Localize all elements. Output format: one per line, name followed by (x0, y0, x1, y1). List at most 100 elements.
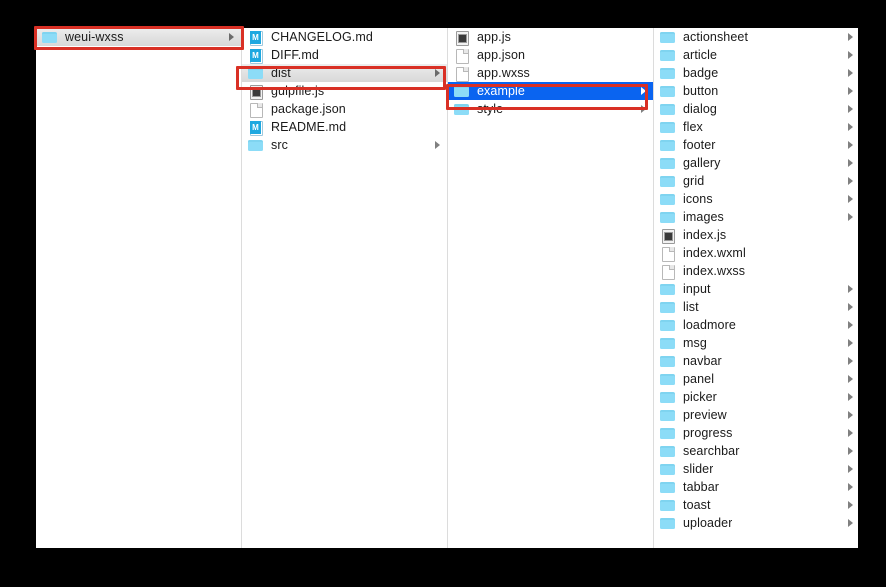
file-name-label: CHANGELOG.md (271, 30, 373, 44)
disclosure-arrow-icon[interactable] (848, 303, 853, 311)
file-name-label: example (477, 84, 525, 98)
file-name-label: app.wxss (477, 66, 530, 80)
file-name-label: input (683, 282, 711, 296)
file-row[interactable]: grid (654, 172, 858, 190)
file-name-label: src (271, 138, 288, 152)
file-row[interactable]: gallery (654, 154, 858, 172)
file-name-label: flex (683, 120, 703, 134)
file-row[interactable]: flex (654, 118, 858, 136)
folder-icon (454, 84, 470, 99)
disclosure-arrow-icon[interactable] (229, 33, 234, 41)
file-row[interactable]: input (654, 280, 858, 298)
disclosure-arrow-icon[interactable] (848, 123, 853, 131)
disclosure-arrow-icon[interactable] (848, 411, 853, 419)
file-row[interactable]: app.wxss (448, 64, 653, 82)
script-file-icon (660, 228, 676, 244)
file-row[interactable]: actionsheet (654, 28, 858, 46)
disclosure-arrow-icon[interactable] (848, 51, 853, 59)
file-row[interactable]: src (242, 136, 447, 154)
disclosure-arrow-icon[interactable] (848, 141, 853, 149)
file-row[interactable]: index.js (654, 226, 858, 244)
file-row[interactable]: picker (654, 388, 858, 406)
file-row[interactable]: searchbar (654, 442, 858, 460)
file-row[interactable]: toast (654, 496, 858, 514)
disclosure-arrow-icon[interactable] (848, 339, 853, 347)
file-row[interactable]: dist (242, 64, 447, 82)
disclosure-arrow-icon[interactable] (848, 285, 853, 293)
disclosure-arrow-icon[interactable] (848, 393, 853, 401)
disclosure-arrow-icon[interactable] (435, 141, 440, 149)
file-name-label: loadmore (683, 318, 736, 332)
file-row[interactable]: button (654, 82, 858, 100)
disclosure-arrow-icon[interactable] (848, 321, 853, 329)
column-3: app.js app.json app.wxss example style (448, 28, 654, 548)
folder-icon (660, 372, 676, 387)
file-row[interactable]: README.md (242, 118, 447, 136)
file-row[interactable]: slider (654, 460, 858, 478)
document-file-icon (660, 246, 676, 262)
disclosure-arrow-icon[interactable] (848, 105, 853, 113)
file-row[interactable]: msg (654, 334, 858, 352)
file-name-label: panel (683, 372, 715, 386)
folder-icon (660, 408, 676, 423)
disclosure-arrow-icon[interactable] (848, 195, 853, 203)
folder-icon (660, 210, 676, 225)
file-row[interactable]: progress (654, 424, 858, 442)
file-row[interactable]: loadmore (654, 316, 858, 334)
disclosure-arrow-icon[interactable] (848, 87, 853, 95)
disclosure-arrow-icon[interactable] (435, 69, 440, 77)
file-row[interactable]: navbar (654, 352, 858, 370)
disclosure-arrow-icon[interactable] (848, 483, 853, 491)
disclosure-arrow-icon[interactable] (848, 177, 853, 185)
file-name-label: gallery (683, 156, 721, 170)
folder-icon (660, 336, 676, 351)
disclosure-arrow-icon[interactable] (848, 447, 853, 455)
file-name-label: style (477, 102, 504, 116)
file-name-label: index.js (683, 228, 727, 242)
disclosure-arrow-icon[interactable] (848, 429, 853, 437)
disclosure-arrow-icon[interactable] (848, 213, 853, 221)
disclosure-arrow-icon[interactable] (848, 69, 853, 77)
file-row[interactable]: tabbar (654, 478, 858, 496)
folder-icon (42, 30, 58, 45)
file-row[interactable]: package.json (242, 100, 447, 118)
file-row[interactable]: index.wxml (654, 244, 858, 262)
folder-icon (660, 426, 676, 441)
file-row[interactable]: index.wxss (654, 262, 858, 280)
disclosure-arrow-icon[interactable] (848, 519, 853, 527)
file-name-label: README.md (271, 120, 347, 134)
file-row[interactable]: footer (654, 136, 858, 154)
file-row[interactable]: weui-wxss (36, 28, 241, 46)
document-file-icon (454, 48, 470, 64)
file-row[interactable]: icons (654, 190, 858, 208)
file-row[interactable]: badge (654, 64, 858, 82)
disclosure-arrow-icon[interactable] (848, 357, 853, 365)
file-row[interactable]: DIFF.md (242, 46, 447, 64)
folder-icon (660, 84, 676, 99)
file-row[interactable]: preview (654, 406, 858, 424)
disclosure-arrow-icon[interactable] (848, 375, 853, 383)
disclosure-arrow-icon[interactable] (848, 465, 853, 473)
file-row[interactable]: panel (654, 370, 858, 388)
disclosure-arrow-icon[interactable] (848, 501, 853, 509)
file-row[interactable]: list (654, 298, 858, 316)
disclosure-arrow-icon[interactable] (848, 33, 853, 41)
file-row[interactable]: article (654, 46, 858, 64)
file-row[interactable]: dialog (654, 100, 858, 118)
file-name-label: toast (683, 498, 711, 512)
file-row[interactable]: example (448, 82, 653, 100)
file-row[interactable]: CHANGELOG.md (242, 28, 447, 46)
file-row[interactable]: app.js (448, 28, 653, 46)
file-name-label: article (683, 48, 718, 62)
file-row[interactable]: gulpfile.js (242, 82, 447, 100)
script-file-icon (454, 30, 470, 46)
disclosure-arrow-icon[interactable] (848, 159, 853, 167)
file-row[interactable]: images (654, 208, 858, 226)
file-row[interactable]: app.json (448, 46, 653, 64)
file-row[interactable]: uploader (654, 514, 858, 532)
file-name-label: weui-wxss (65, 30, 124, 44)
disclosure-arrow-icon[interactable] (641, 105, 646, 113)
file-row[interactable]: style (448, 100, 653, 118)
disclosure-arrow-icon[interactable] (641, 87, 646, 95)
file-name-label: footer (683, 138, 716, 152)
